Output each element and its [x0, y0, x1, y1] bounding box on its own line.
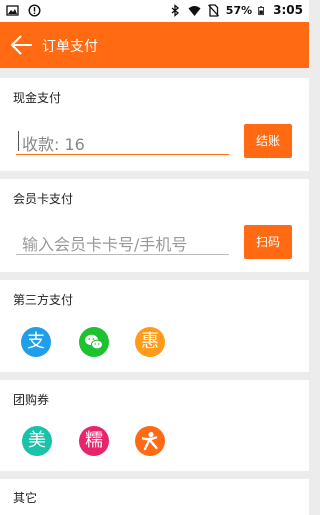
page-title: 订单支付 — [42, 39, 98, 55]
bluetooth-icon — [171, 3, 179, 17]
wechat-bubbles — [85, 334, 103, 350]
text-cursor — [18, 131, 19, 151]
battery-icon — [258, 5, 265, 15]
scan-code-button[interactable]: 扫码 — [244, 225, 292, 259]
dianping-icon[interactable] — [135, 426, 165, 456]
third-party-payment-section: 第三方支付 支 惠 — [0, 280, 309, 372]
section-title: 第三方支付 — [13, 293, 74, 307]
status-bar: 57% 3:05 — [0, 0, 309, 22]
group-buy-icons: 美 糯 — [0, 426, 309, 460]
back-arrow-icon[interactable] — [10, 34, 34, 56]
nuomi-icon[interactable]: 糯 — [79, 426, 109, 456]
cash-amount-input[interactable]: 收款: 16 — [16, 131, 229, 155]
wechat-pay-icon[interactable] — [79, 327, 109, 357]
section-title: 会员卡支付 — [13, 192, 74, 206]
section-title: 其它 — [13, 491, 38, 505]
cash-payment-section: 现金支付 收款: 16 结账 — [0, 78, 309, 171]
third-party-icons: 支 惠 — [0, 327, 309, 361]
hui-icon[interactable]: 惠 — [135, 327, 165, 357]
info-icon — [28, 4, 41, 17]
cash-amount-value: 收款: 16 — [22, 135, 85, 154]
wifi-icon — [188, 5, 201, 16]
clock: 3:05 — [273, 3, 303, 17]
app-bar: 订单支付 — [0, 22, 309, 68]
other-section: 其它 — [0, 479, 309, 515]
alipay-icon[interactable]: 支 — [21, 327, 51, 357]
image-icon — [6, 5, 19, 16]
checkout-button[interactable]: 结账 — [244, 124, 292, 158]
group-buy-section: 团购券 美 糯 — [0, 380, 309, 471]
dianping-figure — [141, 431, 158, 451]
member-card-input[interactable]: 输入会员卡卡号/手机号 — [16, 231, 229, 255]
section-title: 现金支付 — [13, 91, 62, 105]
battery-percent: 57% — [225, 3, 253, 17]
member-card-section: 会员卡支付 输入会员卡卡号/手机号 扫码 — [0, 179, 309, 272]
member-card-placeholder: 输入会员卡卡号/手机号 — [22, 235, 188, 254]
no-sim-icon — [207, 3, 219, 17]
meituan-icon[interactable]: 美 — [22, 426, 52, 456]
section-title: 团购券 — [13, 393, 50, 407]
